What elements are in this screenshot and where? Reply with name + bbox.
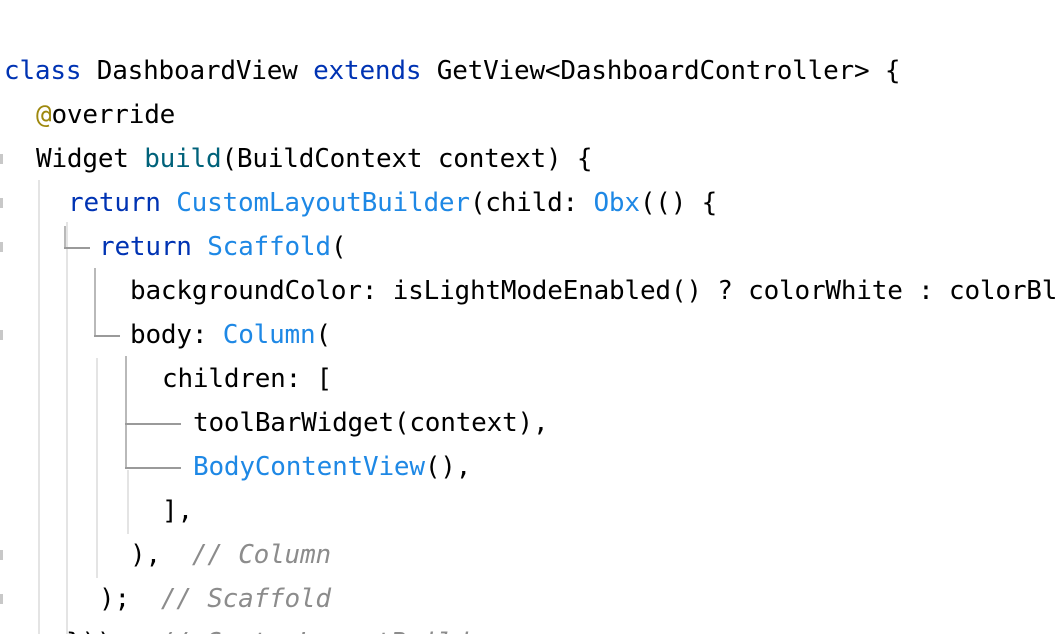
code-token-plain: ], bbox=[162, 496, 193, 526]
code-token-kw: return bbox=[68, 188, 177, 218]
code-line[interactable]: backgroundColor: isLightModeEnabled() ? … bbox=[130, 269, 1057, 313]
structure-guide-child-1 bbox=[125, 423, 181, 425]
code-token-kw: class bbox=[4, 56, 82, 86]
code-token-plain: GetView<DashboardController> { bbox=[421, 56, 901, 86]
code-token-plain: override bbox=[51, 100, 176, 130]
code-line[interactable]: body: Column( bbox=[130, 313, 331, 357]
gutter-marker bbox=[0, 330, 3, 340]
indent-guide bbox=[96, 358, 98, 578]
gutter-marker bbox=[0, 198, 3, 208]
code-token-plain: Widget bbox=[36, 144, 145, 174]
code-line[interactable]: ); // Scaffold bbox=[99, 577, 331, 621]
structure-guide-body bbox=[94, 268, 96, 336]
code-token-plain: (), bbox=[424, 452, 472, 482]
code-token-ty: BodyContentView bbox=[193, 452, 425, 482]
code-token-cm: // Scaffold bbox=[145, 584, 331, 614]
code-line[interactable]: BodyContentView(), bbox=[193, 445, 471, 489]
structure-guide-body-branch bbox=[94, 335, 120, 337]
structure-guide-child-2 bbox=[125, 467, 181, 469]
code-token-plain: toolBarWidget(context), bbox=[193, 408, 549, 438]
code-token-fn: build bbox=[144, 144, 222, 174]
gutter-marker bbox=[0, 594, 3, 604]
code-token-cm: // Column bbox=[176, 540, 331, 570]
gutter-marker bbox=[0, 550, 3, 560]
code-line[interactable]: ], bbox=[162, 489, 193, 533]
code-token-ann: @ bbox=[36, 100, 52, 130]
indent-guide bbox=[66, 222, 68, 634]
indent-guide bbox=[127, 470, 129, 534]
structure-guide-scaffold bbox=[64, 226, 66, 248]
code-line[interactable]: return CustomLayoutBuilder(child: Obx(()… bbox=[68, 181, 717, 225]
code-token-plain: (child: bbox=[469, 188, 594, 218]
code-line[interactable]: Widget build(BuildContext context) { bbox=[36, 137, 593, 181]
code-token-plain: children: [ bbox=[162, 364, 332, 394]
structure-guide-children bbox=[125, 356, 127, 468]
code-token-plain: ), bbox=[130, 540, 177, 570]
code-token-plain: ( bbox=[315, 320, 331, 350]
code-line[interactable]: return Scaffold( bbox=[99, 225, 347, 269]
code-token-plain: DashboardView bbox=[81, 56, 314, 86]
code-token-plain: ); bbox=[99, 584, 146, 614]
code-token-cm: // CustomLayoutBuilder bbox=[143, 628, 499, 634]
code-token-plain: body: bbox=[130, 320, 223, 350]
code-token-ty: Scaffold bbox=[207, 232, 331, 262]
code-line[interactable]: })); // CustomLayoutBuilder bbox=[66, 621, 499, 634]
structure-guide-scaffold-branch bbox=[64, 247, 90, 249]
gutter-marker bbox=[0, 242, 3, 252]
code-token-kw: extends bbox=[313, 56, 422, 86]
indent-guide bbox=[38, 180, 40, 634]
code-token-plain: (() { bbox=[639, 188, 718, 218]
code-token-plain: (BuildContext context) { bbox=[221, 144, 593, 174]
code-line[interactable]: @override bbox=[36, 93, 175, 137]
code-editor[interactable]: class DashboardView extends GetView<Dash… bbox=[0, 0, 1061, 634]
code-token-ty: Column bbox=[222, 320, 316, 350]
code-token-plain: ( bbox=[330, 232, 347, 262]
code-token-ty: CustomLayoutBuilder bbox=[176, 188, 470, 218]
code-token-plain: })); bbox=[66, 628, 143, 634]
gutter-marker bbox=[0, 154, 3, 164]
code-token-kw: return bbox=[99, 232, 208, 262]
code-line[interactable]: class DashboardView extends GetView<Dash… bbox=[4, 49, 901, 93]
code-line[interactable]: ), // Column bbox=[130, 533, 331, 577]
code-token-plain: backgroundColor: isLightModeEnabled() ? … bbox=[130, 276, 1058, 306]
code-line[interactable]: toolBarWidget(context), bbox=[193, 401, 549, 445]
code-line[interactable]: children: [ bbox=[162, 357, 332, 401]
code-token-ty: Obx bbox=[593, 188, 640, 218]
